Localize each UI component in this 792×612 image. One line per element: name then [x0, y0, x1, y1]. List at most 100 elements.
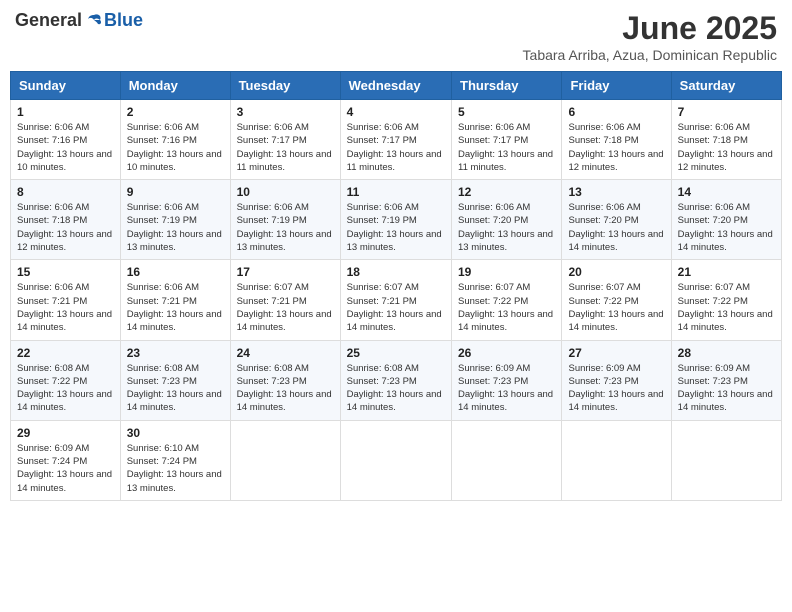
day-number: 13 — [568, 185, 664, 199]
table-row — [562, 420, 671, 500]
day-info: Sunrise: 6:06 AMSunset: 7:16 PMDaylight:… — [127, 121, 224, 174]
table-row: 7 Sunrise: 6:06 AMSunset: 7:18 PMDaylight… — [671, 100, 781, 180]
table-row: 13 Sunrise: 6:06 AMSunset: 7:20 PMDayligh… — [562, 180, 671, 260]
day-info: Sunrise: 6:06 AMSunset: 7:18 PMDaylight:… — [568, 121, 664, 174]
calendar-week-row: 22 Sunrise: 6:08 AMSunset: 7:22 PMDayligh… — [11, 340, 782, 420]
day-info: Sunrise: 6:09 AMSunset: 7:23 PMDaylight:… — [568, 362, 664, 415]
header-monday: Monday — [120, 72, 230, 100]
calendar-week-row: 1 Sunrise: 6:06 AMSunset: 7:16 PMDaylight… — [11, 100, 782, 180]
day-info: Sunrise: 6:07 AMSunset: 7:22 PMDaylight:… — [458, 281, 555, 334]
day-info: Sunrise: 6:06 AMSunset: 7:19 PMDaylight:… — [127, 201, 224, 254]
calendar-table: Sunday Monday Tuesday Wednesday Thursday… — [10, 71, 782, 501]
table-row: 1 Sunrise: 6:06 AMSunset: 7:16 PMDaylight… — [11, 100, 121, 180]
header-thursday: Thursday — [452, 72, 562, 100]
table-row: 29Sunrise: 6:09 AMSunset: 7:24 PMDayligh… — [11, 420, 121, 500]
day-info: Sunrise: 6:07 AMSunset: 7:21 PMDaylight:… — [237, 281, 334, 334]
logo-general-text: General — [15, 10, 82, 31]
table-row: 17Sunrise: 6:07 AMSunset: 7:21 PMDayligh… — [230, 260, 340, 340]
day-info: Sunrise: 6:07 AMSunset: 7:22 PMDaylight:… — [568, 281, 664, 334]
header-friday: Friday — [562, 72, 671, 100]
table-row: 9Sunrise: 6:06 AMSunset: 7:19 PMDaylight… — [120, 180, 230, 260]
table-row: 21Sunrise: 6:07 AMSunset: 7:22 PMDayligh… — [671, 260, 781, 340]
day-number: 1 — [17, 105, 114, 119]
day-number: 23 — [127, 346, 224, 360]
calendar-header-row: Sunday Monday Tuesday Wednesday Thursday… — [11, 72, 782, 100]
day-number: 14 — [678, 185, 775, 199]
title-section: June 2025 Tabara Arriba, Azua, Dominican… — [523, 10, 777, 63]
table-row: 12Sunrise: 6:06 AMSunset: 7:20 PMDayligh… — [452, 180, 562, 260]
day-info: Sunrise: 6:06 AMSunset: 7:21 PMDaylight:… — [17, 281, 114, 334]
day-info: Sunrise: 6:08 AMSunset: 7:23 PMDaylight:… — [127, 362, 224, 415]
table-row: 15 Sunrise: 6:06 AMSunset: 7:21 PMDayligh… — [11, 260, 121, 340]
table-row: 11 Sunrise: 6:06 AMSunset: 7:19 PMDayligh… — [340, 180, 451, 260]
day-number: 7 — [678, 105, 775, 119]
day-info: Sunrise: 6:10 AMSunset: 7:24 PMDaylight:… — [127, 442, 224, 495]
table-row: 28 Sunrise: 6:09 AMSunset: 7:23 PMDayligh… — [671, 340, 781, 420]
day-info: Sunrise: 6:09 AMSunset: 7:24 PMDaylight:… — [17, 442, 114, 495]
day-number: 27 — [568, 346, 664, 360]
day-info: Sunrise: 6:06 AMSunset: 7:18 PMDaylight:… — [17, 201, 114, 254]
calendar-week-row: 8 Sunrise: 6:06 AMSunset: 7:18 PMDaylight… — [11, 180, 782, 260]
day-number: 26 — [458, 346, 555, 360]
location-subtitle: Tabara Arriba, Azua, Dominican Republic — [523, 47, 777, 63]
day-info: Sunrise: 6:06 AMSunset: 7:18 PMDaylight:… — [678, 121, 775, 174]
day-info: Sunrise: 6:06 AMSunset: 7:20 PMDaylight:… — [568, 201, 664, 254]
day-number: 24 — [237, 346, 334, 360]
table-row: 4 Sunrise: 6:06 AMSunset: 7:17 PMDaylight… — [340, 100, 451, 180]
day-number: 11 — [347, 185, 445, 199]
day-info: Sunrise: 6:09 AMSunset: 7:23 PMDaylight:… — [458, 362, 555, 415]
day-number: 8 — [17, 185, 114, 199]
table-row: 5Sunrise: 6:06 AMSunset: 7:17 PMDaylight… — [452, 100, 562, 180]
table-row: 18 Sunrise: 6:07 AMSunset: 7:21 PMDayligh… — [340, 260, 451, 340]
day-info: Sunrise: 6:07 AMSunset: 7:21 PMDaylight:… — [347, 281, 445, 334]
day-info: Sunrise: 6:06 AMSunset: 7:16 PMDaylight:… — [17, 121, 114, 174]
table-row: 27 Sunrise: 6:09 AMSunset: 7:23 PMDayligh… — [562, 340, 671, 420]
header-wednesday: Wednesday — [340, 72, 451, 100]
table-row: 14 Sunrise: 6:06 AMSunset: 7:20 PMDayligh… — [671, 180, 781, 260]
day-info: Sunrise: 6:06 AMSunset: 7:19 PMDaylight:… — [237, 201, 334, 254]
month-year-title: June 2025 — [523, 10, 777, 47]
day-number: 3 — [237, 105, 334, 119]
table-row: 2 Sunrise: 6:06 AMSunset: 7:16 PMDaylight… — [120, 100, 230, 180]
day-info: Sunrise: 6:06 AMSunset: 7:17 PMDaylight:… — [347, 121, 445, 174]
table-row: 16 Sunrise: 6:06 AMSunset: 7:21 PMDayligh… — [120, 260, 230, 340]
day-info: Sunrise: 6:06 AMSunset: 7:17 PMDaylight:… — [237, 121, 334, 174]
day-info: Sunrise: 6:08 AMSunset: 7:22 PMDaylight:… — [17, 362, 114, 415]
table-row: 3 Sunrise: 6:06 AMSunset: 7:17 PMDaylight… — [230, 100, 340, 180]
table-row: 6Sunrise: 6:06 AMSunset: 7:18 PMDaylight… — [562, 100, 671, 180]
day-number: 15 — [17, 265, 114, 279]
table-row — [671, 420, 781, 500]
day-info: Sunrise: 6:08 AMSunset: 7:23 PMDaylight:… — [347, 362, 445, 415]
day-number: 20 — [568, 265, 664, 279]
table-row — [230, 420, 340, 500]
day-number: 2 — [127, 105, 224, 119]
day-number: 16 — [127, 265, 224, 279]
logo: General Blue — [15, 10, 143, 31]
table-row: 10 Sunrise: 6:06 AMSunset: 7:19 PMDayligh… — [230, 180, 340, 260]
day-number: 28 — [678, 346, 775, 360]
header-saturday: Saturday — [671, 72, 781, 100]
table-row: 25 Sunrise: 6:08 AMSunset: 7:23 PMDayligh… — [340, 340, 451, 420]
day-number: 22 — [17, 346, 114, 360]
day-number: 18 — [347, 265, 445, 279]
day-info: Sunrise: 6:07 AMSunset: 7:22 PMDaylight:… — [678, 281, 775, 334]
day-info: Sunrise: 6:06 AMSunset: 7:21 PMDaylight:… — [127, 281, 224, 334]
day-number: 25 — [347, 346, 445, 360]
day-info: Sunrise: 6:06 AMSunset: 7:17 PMDaylight:… — [458, 121, 555, 174]
day-info: Sunrise: 6:06 AMSunset: 7:20 PMDaylight:… — [678, 201, 775, 254]
table-row: 20 Sunrise: 6:07 AMSunset: 7:22 PMDayligh… — [562, 260, 671, 340]
calendar-week-row: 15 Sunrise: 6:06 AMSunset: 7:21 PMDayligh… — [11, 260, 782, 340]
day-number: 4 — [347, 105, 445, 119]
day-info: Sunrise: 6:09 AMSunset: 7:23 PMDaylight:… — [678, 362, 775, 415]
day-info: Sunrise: 6:08 AMSunset: 7:23 PMDaylight:… — [237, 362, 334, 415]
table-row: 26 Sunrise: 6:09 AMSunset: 7:23 PMDayligh… — [452, 340, 562, 420]
table-row — [340, 420, 451, 500]
logo-blue-text: Blue — [104, 10, 143, 31]
day-number: 12 — [458, 185, 555, 199]
logo-bird-icon — [84, 11, 104, 31]
day-number: 10 — [237, 185, 334, 199]
table-row: 23 Sunrise: 6:08 AMSunset: 7:23 PMDayligh… — [120, 340, 230, 420]
day-info: Sunrise: 6:06 AMSunset: 7:19 PMDaylight:… — [347, 201, 445, 254]
header-sunday: Sunday — [11, 72, 121, 100]
table-row: 30Sunrise: 6:10 AMSunset: 7:24 PMDayligh… — [120, 420, 230, 500]
